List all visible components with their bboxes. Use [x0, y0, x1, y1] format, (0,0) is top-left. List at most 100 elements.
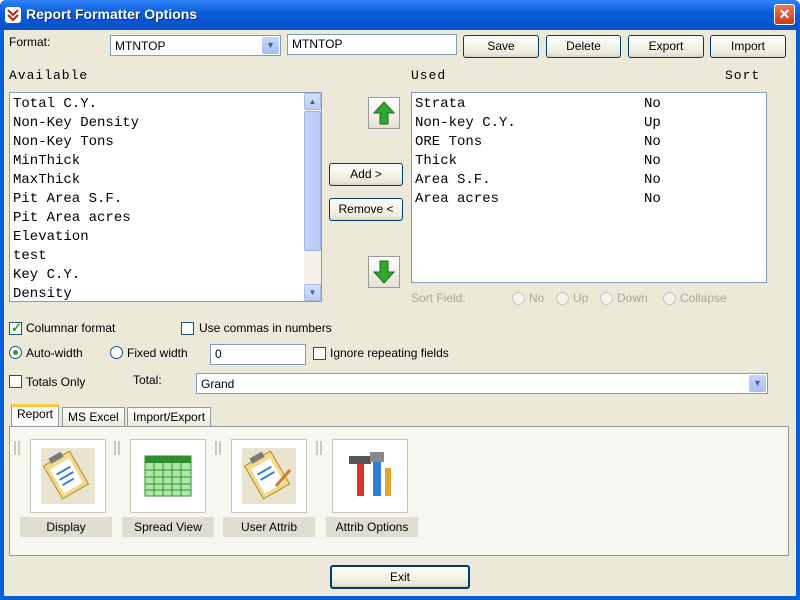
used-sort: No: [644, 153, 661, 169]
list-item[interactable]: Elevation: [10, 228, 321, 247]
sort-no-label: No: [529, 291, 545, 305]
total-select[interactable]: Grand ▼: [196, 373, 768, 394]
tab-ms-excel[interactable]: MS Excel: [62, 407, 125, 427]
display-button[interactable]: [30, 439, 106, 513]
list-item[interactable]: Key C.Y.: [10, 266, 321, 285]
fixed-width-label[interactable]: Fixed width: [127, 346, 188, 360]
format-label: Format:: [9, 35, 51, 49]
sort-up-radio[interactable]: [556, 292, 569, 305]
user-attrib-label: User Attrib: [223, 517, 315, 537]
toolbar-grip[interactable]: [316, 441, 322, 455]
attrib-options-button[interactable]: [332, 439, 408, 513]
table-row[interactable]: Thick No: [412, 152, 766, 171]
radio-dot-icon: [13, 350, 18, 355]
columnar-format-checkbox[interactable]: ✓: [9, 320, 22, 335]
list-item[interactable]: test: [10, 247, 321, 266]
sort-no-radio[interactable]: [512, 292, 525, 305]
format-select[interactable]: MTNTOP ▼: [110, 35, 281, 56]
attrib-options-label: Attrib Options: [326, 517, 418, 537]
add-button[interactable]: Add >: [329, 163, 403, 186]
totals-only-checkbox[interactable]: [9, 375, 22, 388]
display-label: Display: [20, 517, 112, 537]
available-scrollbar[interactable]: ▲ ▼: [304, 93, 321, 301]
table-row[interactable]: Non-key C.Y. Up: [412, 114, 766, 133]
fixed-width-radio[interactable]: [110, 346, 123, 359]
ignore-repeating-checkbox[interactable]: [313, 347, 326, 360]
spread-view-button[interactable]: [130, 439, 206, 513]
table-row[interactable]: Area S.F. No: [412, 171, 766, 190]
used-field: Area S.F.: [415, 172, 491, 188]
sort-header: Sort: [725, 68, 761, 83]
import-button[interactable]: Import: [710, 35, 786, 58]
sort-down-radio[interactable]: [600, 292, 613, 305]
used-field: Non-key C.Y.: [415, 115, 516, 131]
move-down-button[interactable]: [368, 256, 400, 288]
sort-field-label: Sort Field:: [411, 291, 466, 305]
scroll-up-icon[interactable]: ▲: [304, 93, 321, 110]
tab-import-export[interactable]: Import/Export: [127, 407, 212, 427]
close-button[interactable]: ✕: [774, 4, 795, 25]
save-button[interactable]: Save: [463, 35, 539, 58]
total-label: Total:: [133, 373, 162, 387]
dialog-body: Format: MTNTOP ▼ MTNTOP Save Delete Expo…: [4, 30, 796, 596]
used-list[interactable]: Strata No Non-key C.Y. Up ORE Tons No Thick…: [411, 92, 767, 283]
toolbar-grip[interactable]: [114, 441, 120, 455]
list-item[interactable]: Non-Key Tons: [10, 133, 321, 152]
table-row[interactable]: Area acres No: [412, 190, 766, 209]
used-sort: No: [644, 134, 661, 150]
used-sort: No: [644, 191, 661, 207]
sort-down-label: Down: [617, 291, 648, 305]
toolbar-grip[interactable]: [215, 441, 221, 455]
dialog-window: Report Formatter Options ✕ Format: MTNTO…: [0, 0, 800, 600]
ignore-repeating-label[interactable]: Ignore repeating fields: [330, 346, 449, 360]
import-button-label: Import: [730, 39, 765, 53]
auto-width-radio[interactable]: [9, 346, 22, 359]
toolbar-grip[interactable]: [14, 441, 20, 455]
export-button-label: Export: [648, 39, 684, 53]
scroll-thumb[interactable]: [304, 111, 321, 251]
columnar-format-label[interactable]: Columnar format: [26, 321, 115, 335]
use-commas-label[interactable]: Use commas in numbers: [199, 321, 332, 335]
sort-collapse-radio[interactable]: [663, 292, 676, 305]
list-item[interactable]: MaxThick: [10, 171, 321, 190]
format-name-input[interactable]: MTNTOP: [287, 34, 457, 55]
list-item[interactable]: MinThick: [10, 152, 321, 171]
table-row[interactable]: Strata No: [412, 95, 766, 114]
remove-button[interactable]: Remove <: [329, 198, 403, 221]
chevron-down-icon[interactable]: ▼: [749, 375, 766, 392]
list-item[interactable]: Total C.Y.: [10, 95, 321, 114]
app-icon: [5, 7, 21, 23]
user-attrib-button[interactable]: [231, 439, 307, 513]
export-button[interactable]: Export: [628, 35, 704, 58]
used-header: Used: [411, 68, 447, 83]
fixed-width-input[interactable]: 0: [210, 344, 306, 365]
list-item[interactable]: Density: [10, 285, 321, 301]
delete-button[interactable]: Delete: [546, 35, 621, 58]
use-commas-checkbox[interactable]: [181, 322, 194, 335]
used-sort: No: [644, 96, 661, 112]
arrow-down-icon: [372, 260, 396, 284]
clipboard-icon: [41, 448, 95, 504]
arrow-up-icon: [372, 101, 396, 125]
move-up-button[interactable]: [368, 97, 400, 129]
exit-button-label: Exit: [389, 570, 410, 584]
list-item[interactable]: Pit Area acres: [10, 209, 321, 228]
list-item[interactable]: Pit Area S.F.: [10, 190, 321, 209]
report-tab-panel: Display Spread View User Attrib Attrib O…: [9, 426, 789, 556]
auto-width-label[interactable]: Auto-width: [26, 346, 83, 360]
title-bar[interactable]: Report Formatter Options ✕: [0, 0, 800, 30]
tools-icon: [349, 452, 391, 496]
tab-report[interactable]: Report: [11, 404, 60, 426]
spread-view-label: Spread View: [122, 517, 214, 537]
available-list[interactable]: Total C.Y. Non-Key Density Non-Key Tons …: [9, 92, 322, 302]
check-icon: ✓: [11, 320, 22, 335]
window-title: Report Formatter Options: [26, 6, 198, 22]
table-row[interactable]: ORE Tons No: [412, 133, 766, 152]
totals-only-label[interactable]: Totals Only: [26, 375, 85, 389]
list-item[interactable]: Non-Key Density: [10, 114, 321, 133]
add-button-label: Add >: [350, 167, 382, 181]
exit-button[interactable]: Exit: [330, 565, 470, 589]
scroll-down-icon[interactable]: ▼: [304, 284, 321, 301]
sort-up-label: Up: [573, 291, 589, 305]
chevron-down-icon[interactable]: ▼: [262, 37, 279, 54]
